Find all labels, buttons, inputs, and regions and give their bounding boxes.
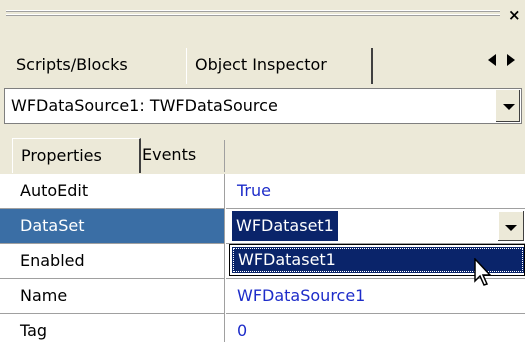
dataset-input-value: WFDataset1	[232, 211, 338, 241]
property-row-name[interactable]: Name WFDataSource1	[0, 279, 525, 313]
property-name: DataSet	[20, 216, 85, 235]
tab-object-inspector[interactable]: Object Inspector	[186, 48, 373, 84]
property-value[interactable]: 0	[237, 314, 247, 342]
tab-bar: Scripts/Blocks Object Inspector	[0, 44, 525, 90]
dataset-input[interactable]: WFDataset1	[232, 211, 497, 241]
dataset-dropdown-button[interactable]	[498, 211, 524, 241]
chevron-down-icon	[503, 104, 515, 110]
property-row-autoedit[interactable]: AutoEdit True	[0, 174, 525, 208]
property-value[interactable]: True	[237, 174, 271, 208]
property-grid: AutoEdit True DataSet WFDataset1 Enabled…	[0, 174, 525, 342]
tab-divider	[224, 140, 225, 172]
tab-scroll-left-icon[interactable]	[488, 54, 496, 66]
chevron-down-icon	[505, 225, 517, 231]
property-row-dataset[interactable]: DataSet	[0, 209, 224, 243]
tab-scripts-blocks[interactable]: Scripts/Blocks	[10, 48, 188, 82]
object-selector-value: WFDataSource1: TWFDataSource	[11, 96, 278, 115]
column-divider-highlight	[225, 174, 226, 342]
tab-events[interactable]: Events	[142, 138, 222, 172]
property-value[interactable]: WFDataSource1	[237, 279, 365, 313]
dataset-editor[interactable]: WFDataset1	[226, 209, 525, 243]
property-name: Name	[20, 286, 68, 305]
tab-properties[interactable]: Properties	[12, 138, 141, 173]
property-row-tag[interactable]: Tag 0	[0, 314, 525, 342]
property-name: Tag	[20, 321, 48, 340]
close-icon[interactable]: ×	[508, 6, 521, 24]
tab-scroll-right-icon[interactable]	[507, 54, 515, 66]
object-selector[interactable]: WFDataSource1: TWFDataSource	[4, 88, 522, 124]
property-name: Enabled	[20, 251, 85, 270]
mouse-pointer-icon	[474, 258, 492, 286]
property-name: AutoEdit	[20, 181, 89, 200]
panel-grip[interactable]	[0, 0, 525, 44]
inspector-subtabs: Properties Events	[0, 124, 525, 174]
object-selector-dropdown-button[interactable]	[495, 90, 520, 122]
